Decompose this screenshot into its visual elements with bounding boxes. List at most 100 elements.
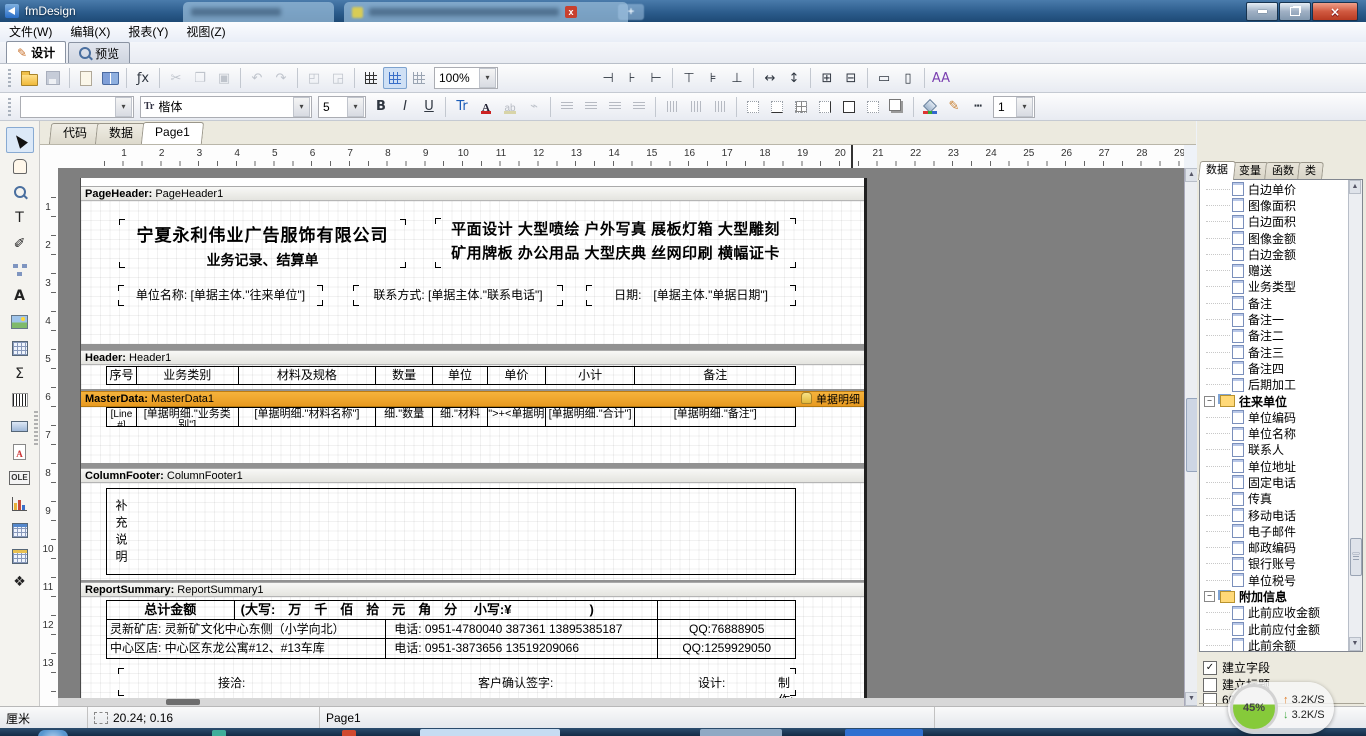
- space-horizontally-button[interactable]: ↔: [758, 67, 782, 89]
- tree-field[interactable]: 此前应付金额: [1200, 621, 1349, 637]
- store1-phone[interactable]: 电话: 0951-4780040 387361 13895385187: [386, 620, 658, 638]
- align-tops-button[interactable]: ⊤: [677, 67, 701, 89]
- border-all-button[interactable]: [837, 96, 861, 118]
- align-left-edges-button[interactable]: ⊣: [596, 67, 620, 89]
- contact-field[interactable]: 联系方式: [单据主体."联系电话"]: [353, 285, 563, 306]
- tree-field[interactable]: 赠送: [1200, 262, 1349, 278]
- tab-data[interactable]: 数据: [95, 123, 147, 144]
- canvas-vertical-scrollbar[interactable]: ▲ ▼: [1184, 168, 1198, 706]
- band-reportsummary-title[interactable]: ReportSummary: ReportSummary1: [81, 582, 864, 597]
- taskbar-icon[interactable]: [212, 730, 226, 736]
- data-field-cell[interactable]: [单据明细."备注"]: [635, 408, 795, 426]
- detail-header-row[interactable]: 序号业务类别材料及规格数量单位单价小计备注: [106, 366, 796, 385]
- style-combo[interactable]: ▾: [20, 96, 134, 118]
- band-pageheader-title[interactable]: PageHeader: PageHeader1: [81, 186, 864, 201]
- border-grid-button[interactable]: [789, 96, 813, 118]
- same-width-button[interactable]: ▭: [872, 67, 896, 89]
- supplementary-note-box[interactable]: 补充说明: [106, 488, 796, 575]
- splitter-handle[interactable]: [34, 411, 38, 445]
- data-field-cell[interactable]: [单据明细."材料名称"]: [239, 408, 377, 426]
- report-page[interactable]: PageHeader: PageHeader1 Header: Header1 …: [80, 178, 867, 706]
- tree-field[interactable]: 图像面积: [1200, 197, 1349, 213]
- chevron-down-icon[interactable]: ▾: [115, 97, 132, 117]
- tab-page1[interactable]: Page1: [141, 122, 204, 144]
- unit-name-field[interactable]: 单位名称: [单据主体."往来单位"]: [118, 285, 323, 306]
- header-cell[interactable]: 业务类别: [137, 367, 239, 384]
- tree-field[interactable]: 白边面积: [1200, 214, 1349, 230]
- restore-button[interactable]: [1279, 2, 1311, 21]
- border-right-button[interactable]: [813, 96, 837, 118]
- expander-icon[interactable]: −: [1204, 591, 1215, 602]
- header-cell[interactable]: 材料及规格: [239, 367, 377, 384]
- new-tab-button[interactable]: +: [618, 4, 644, 20]
- store2-address[interactable]: 中心区店: 中心区东龙公寓#12、#13车库: [107, 639, 386, 658]
- bold-button[interactable]: B: [369, 96, 393, 118]
- align-h-centers-button[interactable]: ⊦: [620, 67, 644, 89]
- usage-gauge[interactable]: 45%: [1230, 684, 1278, 732]
- data-dictionary-button[interactable]: [98, 67, 122, 89]
- font-color-button[interactable]: [474, 96, 498, 118]
- center-v-in-band-button[interactable]: ⊟: [839, 67, 863, 89]
- chart-object-tool[interactable]: [6, 491, 34, 517]
- tree-field[interactable]: 单位税号: [1200, 572, 1349, 588]
- tree-node[interactable]: −附加信息: [1200, 588, 1349, 604]
- signature-row-object[interactable]: 接洽:客户确认签字:设计:制作:: [118, 668, 796, 696]
- tab-close-icon[interactable]: x: [565, 6, 577, 18]
- header-cell[interactable]: 小计: [546, 367, 636, 384]
- amount-in-words[interactable]: (大写: 万 千 佰 拾 元 角 分 小写:¥ ): [235, 601, 659, 619]
- band-masterdata-title[interactable]: MasterData: MasterData1 单据明细: [81, 391, 864, 407]
- ole-object-tool[interactable]: OLE: [6, 465, 34, 491]
- tree-field[interactable]: 银行账号: [1200, 556, 1349, 572]
- tree-field[interactable]: 此前应收金额: [1200, 605, 1349, 621]
- expander-icon[interactable]: −: [1204, 396, 1215, 407]
- tree-field[interactable]: 白边金额: [1200, 246, 1349, 262]
- align-right-edges-button[interactable]: ⊢: [644, 67, 668, 89]
- checkbox-unchecked[interactable]: [1203, 693, 1217, 707]
- minimize-button[interactable]: [1246, 2, 1278, 21]
- panel-tab-data[interactable]: 数据: [1198, 161, 1236, 180]
- tree-field[interactable]: 固定电话: [1200, 474, 1349, 490]
- tab-code[interactable]: 代码: [49, 123, 101, 144]
- open-button[interactable]: [17, 67, 41, 89]
- header-cell[interactable]: 单价: [488, 367, 546, 384]
- border-none-button[interactable]: [861, 96, 885, 118]
- show-grid-button[interactable]: [359, 67, 383, 89]
- export-object-tool[interactable]: ❖: [6, 569, 34, 595]
- chevron-down-icon[interactable]: ▾: [347, 97, 364, 117]
- tree-scrollbar[interactable]: ▲ ▼: [1348, 180, 1362, 651]
- header-cell[interactable]: 单位: [433, 367, 488, 384]
- format-painter-tool[interactable]: ✐: [6, 231, 34, 257]
- header-cell[interactable]: 序号: [107, 367, 137, 384]
- align-v-centers-button[interactable]: ⊧: [701, 67, 725, 89]
- horizontal-scroll-thumb[interactable]: [166, 699, 200, 705]
- menu-item-0[interactable]: 文件(W): [0, 23, 61, 42]
- border-bottom-button[interactable]: [765, 96, 789, 118]
- shape-object-tool[interactable]: [6, 413, 34, 439]
- font-dialog-button[interactable]: Tr: [450, 96, 474, 118]
- border-dotted-button[interactable]: [741, 96, 765, 118]
- services-text-object[interactable]: 平面设计 大型喷绘 户外写真 展板灯箱 大型雕刻 矿用牌板 办公用品 大型庆典 …: [435, 218, 796, 268]
- tree-field[interactable]: 移动电话: [1200, 507, 1349, 523]
- gridtable-object-tool[interactable]: [6, 543, 34, 569]
- band-masterdata[interactable]: MasterData: MasterData1 单据明细: [81, 391, 864, 463]
- font-name-combo[interactable]: Tr楷体▾: [140, 96, 312, 118]
- start-button[interactable]: [38, 730, 68, 736]
- total-amount-label[interactable]: 总计金额: [107, 601, 235, 619]
- align-to-grid-button[interactable]: [407, 67, 431, 89]
- tree-field[interactable]: 单位编码: [1200, 409, 1349, 425]
- canvas-horizontal-scrollbar[interactable]: [58, 698, 1184, 706]
- close-button[interactable]: ×: [1312, 2, 1358, 21]
- text-object-tool[interactable]: A: [6, 283, 34, 309]
- checkbox-checked[interactable]: ✓: [1203, 661, 1217, 675]
- header-cell[interactable]: 备注: [635, 367, 795, 384]
- underline-button[interactable]: U: [417, 96, 441, 118]
- tree-field[interactable]: 联系人: [1200, 442, 1349, 458]
- panel-tab-classes[interactable]: 类: [1297, 162, 1324, 180]
- expression-builder-button[interactable]: ƒx: [131, 67, 155, 89]
- empty-cell[interactable]: [658, 601, 795, 619]
- tree-field[interactable]: 邮政编码: [1200, 540, 1349, 556]
- tree-field[interactable]: 备注: [1200, 295, 1349, 311]
- center-h-in-band-button[interactable]: ⊞: [815, 67, 839, 89]
- tree-field[interactable]: 备注三: [1200, 344, 1349, 360]
- zoom-tool[interactable]: [6, 179, 34, 205]
